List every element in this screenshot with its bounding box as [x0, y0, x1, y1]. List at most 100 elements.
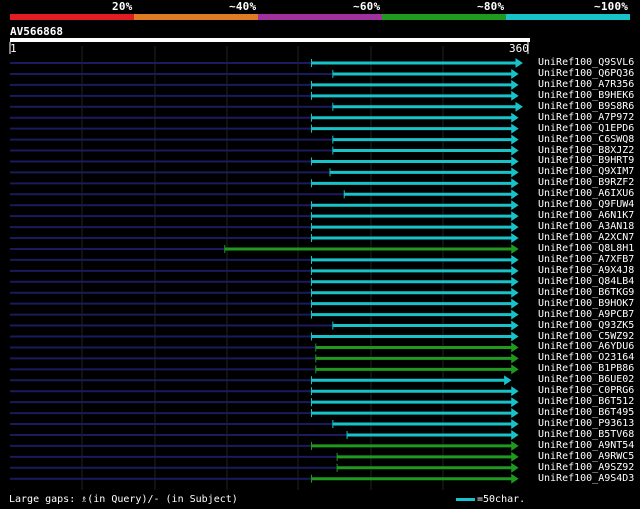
scale-legend-text: =50char. — [477, 494, 526, 505]
hit-arrow-icon — [511, 112, 519, 123]
hit-row[interactable] — [10, 298, 519, 309]
hit-arrow-icon — [511, 233, 519, 243]
hit-label[interactable]: UniRef100_A6N1K7 — [538, 211, 634, 221]
hit-arrow-icon — [511, 90, 519, 101]
hit-arrow-icon — [511, 440, 519, 451]
hit-row[interactable] — [10, 287, 519, 298]
hit-row[interactable] — [10, 440, 519, 451]
hit-row[interactable] — [10, 254, 519, 265]
hit-label[interactable]: UniRef100_P93613 — [538, 419, 634, 429]
hit-row[interactable] — [10, 101, 523, 112]
hit-row[interactable] — [10, 276, 519, 287]
hit-label[interactable]: UniRef100_A9SZ92 — [538, 462, 634, 473]
hit-label[interactable]: UniRef100_B9RZF2 — [538, 178, 634, 188]
hit-row[interactable] — [10, 375, 512, 386]
hit-label[interactable]: UniRef100_A7XFB7 — [538, 254, 634, 265]
hit-label[interactable]: UniRef100_A6IXU6 — [538, 189, 634, 199]
hit-label[interactable]: UniRef100_B6UE02 — [538, 375, 634, 385]
hit-row[interactable] — [10, 473, 519, 484]
hit-arrow-icon — [511, 79, 519, 90]
hit-row[interactable] — [10, 331, 519, 342]
hit-label[interactable]: UniRef100_B6T495 — [538, 408, 634, 418]
hit-label[interactable]: UniRef100_A7R356 — [538, 79, 634, 90]
hit-label[interactable]: UniRef100_A6YDU6 — [538, 342, 634, 352]
hit-arrow-icon — [511, 167, 519, 178]
hit-label[interactable]: UniRef100_A9NT54 — [538, 440, 634, 451]
hit-row[interactable] — [10, 386, 519, 397]
hit-row[interactable] — [10, 167, 519, 178]
hit-row[interactable] — [10, 430, 519, 440]
hit-label[interactable]: UniRef100_B9HEK6 — [538, 90, 634, 101]
hit-label[interactable]: UniRef100_Q6PQ36 — [538, 68, 634, 79]
hit-label[interactable]: UniRef100_Q93ZK5 — [538, 320, 634, 331]
hit-label[interactable]: UniRef100_B1PB86 — [538, 364, 634, 374]
hit-label[interactable]: UniRef100_B6TKG9 — [538, 287, 634, 298]
hit-row[interactable] — [10, 222, 519, 233]
hit-row[interactable] — [10, 112, 519, 123]
hit-arrow-icon — [511, 244, 519, 254]
hit-row[interactable] — [10, 58, 523, 68]
hit-row[interactable] — [10, 211, 519, 222]
hit-label[interactable]: UniRef100_B9HOK7 — [538, 298, 634, 309]
hit-arrow-icon — [515, 58, 523, 68]
hit-label[interactable]: UniRef100_Q9SVL6 — [538, 58, 634, 68]
hit-label[interactable]: UniRef100_A7P972 — [538, 112, 634, 123]
hit-row[interactable] — [10, 244, 519, 254]
hit-label[interactable]: UniRef100_B9HRT9 — [538, 156, 634, 166]
hit-label[interactable]: UniRef100_Q1EPD6 — [538, 123, 634, 134]
hit-row[interactable] — [10, 265, 519, 276]
hit-row[interactable] — [10, 189, 519, 200]
hit-label[interactable]: UniRef100_C6SWQ8 — [538, 134, 634, 145]
hit-label[interactable]: UniRef100_B6T512 — [538, 397, 634, 407]
hit-row[interactable] — [10, 90, 519, 101]
hit-row[interactable] — [10, 145, 519, 156]
hit-label[interactable]: UniRef100_B8XJZ2 — [538, 145, 634, 156]
hit-row[interactable] — [10, 320, 519, 331]
hit-arrow-icon — [511, 309, 519, 320]
large-gaps-legend: Large gaps: ♗(in Query)/- (in Subject) — [9, 494, 238, 505]
hit-arrow-icon — [511, 222, 519, 233]
hit-label[interactable]: UniRef100_B9S8R6 — [538, 101, 634, 112]
hit-label[interactable]: UniRef100_A9PCB7 — [538, 309, 634, 320]
hit-row[interactable] — [10, 342, 519, 353]
hit-label[interactable]: UniRef100_Q9XIM7 — [538, 167, 634, 177]
hit-row[interactable] — [10, 309, 519, 320]
hit-arrow-icon — [511, 254, 519, 265]
hit-arrow-icon — [515, 101, 523, 112]
hit-row[interactable] — [10, 79, 519, 90]
hit-row[interactable] — [10, 178, 519, 189]
hit-row[interactable] — [10, 364, 519, 375]
hit-arrow-icon — [511, 342, 519, 353]
hit-arrow-icon — [511, 145, 519, 156]
hit-row[interactable] — [10, 69, 519, 79]
hit-arrow-icon — [511, 451, 519, 462]
hit-row[interactable] — [10, 233, 519, 243]
hit-row[interactable] — [10, 451, 519, 462]
hit-arrow-icon — [511, 320, 519, 331]
hit-row[interactable] — [10, 408, 519, 419]
hit-label[interactable]: UniRef100_C0PRG6 — [538, 386, 634, 396]
hit-row[interactable] — [10, 353, 519, 364]
hit-label[interactable]: UniRef100_B5TV68 — [538, 429, 634, 440]
hit-label[interactable]: UniRef100_C5WZ92 — [538, 331, 634, 342]
hit-row[interactable] — [10, 134, 519, 145]
hit-row[interactable] — [10, 397, 519, 408]
hit-arrow-icon — [511, 156, 519, 167]
hit-row[interactable] — [10, 156, 519, 167]
hit-row[interactable] — [10, 419, 519, 429]
hit-arrow-icon — [511, 298, 519, 309]
hit-row[interactable] — [10, 462, 519, 473]
hit-label[interactable]: UniRef100_A9X4J8 — [538, 265, 634, 276]
hit-label[interactable]: UniRef100_A3AN18 — [538, 222, 634, 232]
hit-label[interactable]: UniRef100_A9RWC5 — [538, 451, 634, 462]
hit-row[interactable] — [10, 200, 519, 211]
hit-label[interactable]: UniRef100_Q8L8H1 — [538, 243, 634, 254]
hit-label[interactable]: UniRef100_O23164 — [538, 353, 634, 363]
hit-row[interactable] — [10, 123, 519, 134]
hit-label[interactable]: UniRef100_Q84LB4 — [538, 276, 634, 287]
hit-label[interactable]: UniRef100_A9S4D3 — [538, 473, 634, 484]
hit-label[interactable]: UniRef100_A2XCN7 — [538, 233, 634, 243]
hit-label[interactable]: UniRef100_Q9FUW4 — [538, 200, 634, 210]
hit-arrow-icon — [504, 375, 512, 386]
hit-arrow-icon — [511, 69, 519, 79]
